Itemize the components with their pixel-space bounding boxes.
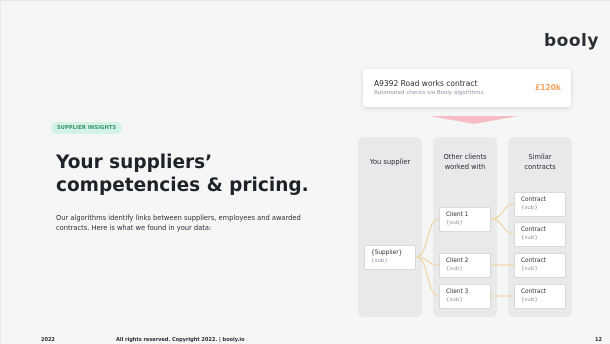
contract-box-title: Contract	[521, 258, 546, 264]
client-title: Client 1	[446, 212, 469, 218]
footer-copyright: All rights reserved. Copyright 2022. | b…	[116, 337, 245, 343]
client-box: Client 2 {sub}	[439, 253, 491, 278]
client-sub: {sub}	[446, 266, 463, 272]
contract-box-sub: {sub}	[521, 266, 538, 272]
client-title: Client 2	[446, 258, 469, 264]
supplier-box: {Supplier} {sub}	[364, 245, 416, 270]
supplier-box-sub: {sub}	[371, 258, 388, 264]
contract-box-sub: {sub}	[521, 205, 538, 211]
supplier-box-title: {Supplier}	[371, 250, 403, 256]
contract-box: Contract {sub}	[514, 253, 566, 278]
client-box: Client 3 {sub}	[439, 284, 491, 309]
client-box: Client 1 {sub}	[439, 207, 491, 232]
link-supplier-client1	[415, 218, 440, 258]
client-sub: {sub}	[446, 297, 463, 303]
contract-box: Contract {sub}	[514, 284, 566, 309]
contract-box: Contract {sub}	[514, 222, 566, 247]
slide: booly A9392 Road works contract Automate…	[0, 0, 610, 344]
link-supplier-client3	[415, 256, 440, 297]
page-number: 12	[595, 337, 602, 343]
contract-box-title: Contract	[521, 289, 546, 295]
contract-box-title: Contract	[521, 197, 546, 203]
contract-box: Contract {sub}	[514, 192, 566, 217]
link-client1-contract2	[490, 218, 515, 235]
client-sub: {sub}	[446, 220, 463, 226]
client-title: Client 3	[446, 289, 469, 295]
contract-box-sub: {sub}	[521, 297, 538, 303]
contract-box-sub: {sub}	[521, 235, 538, 241]
link-client1-contract1	[490, 203, 515, 220]
contract-box-title: Contract	[521, 227, 546, 233]
footer-year: 2022	[41, 337, 55, 343]
